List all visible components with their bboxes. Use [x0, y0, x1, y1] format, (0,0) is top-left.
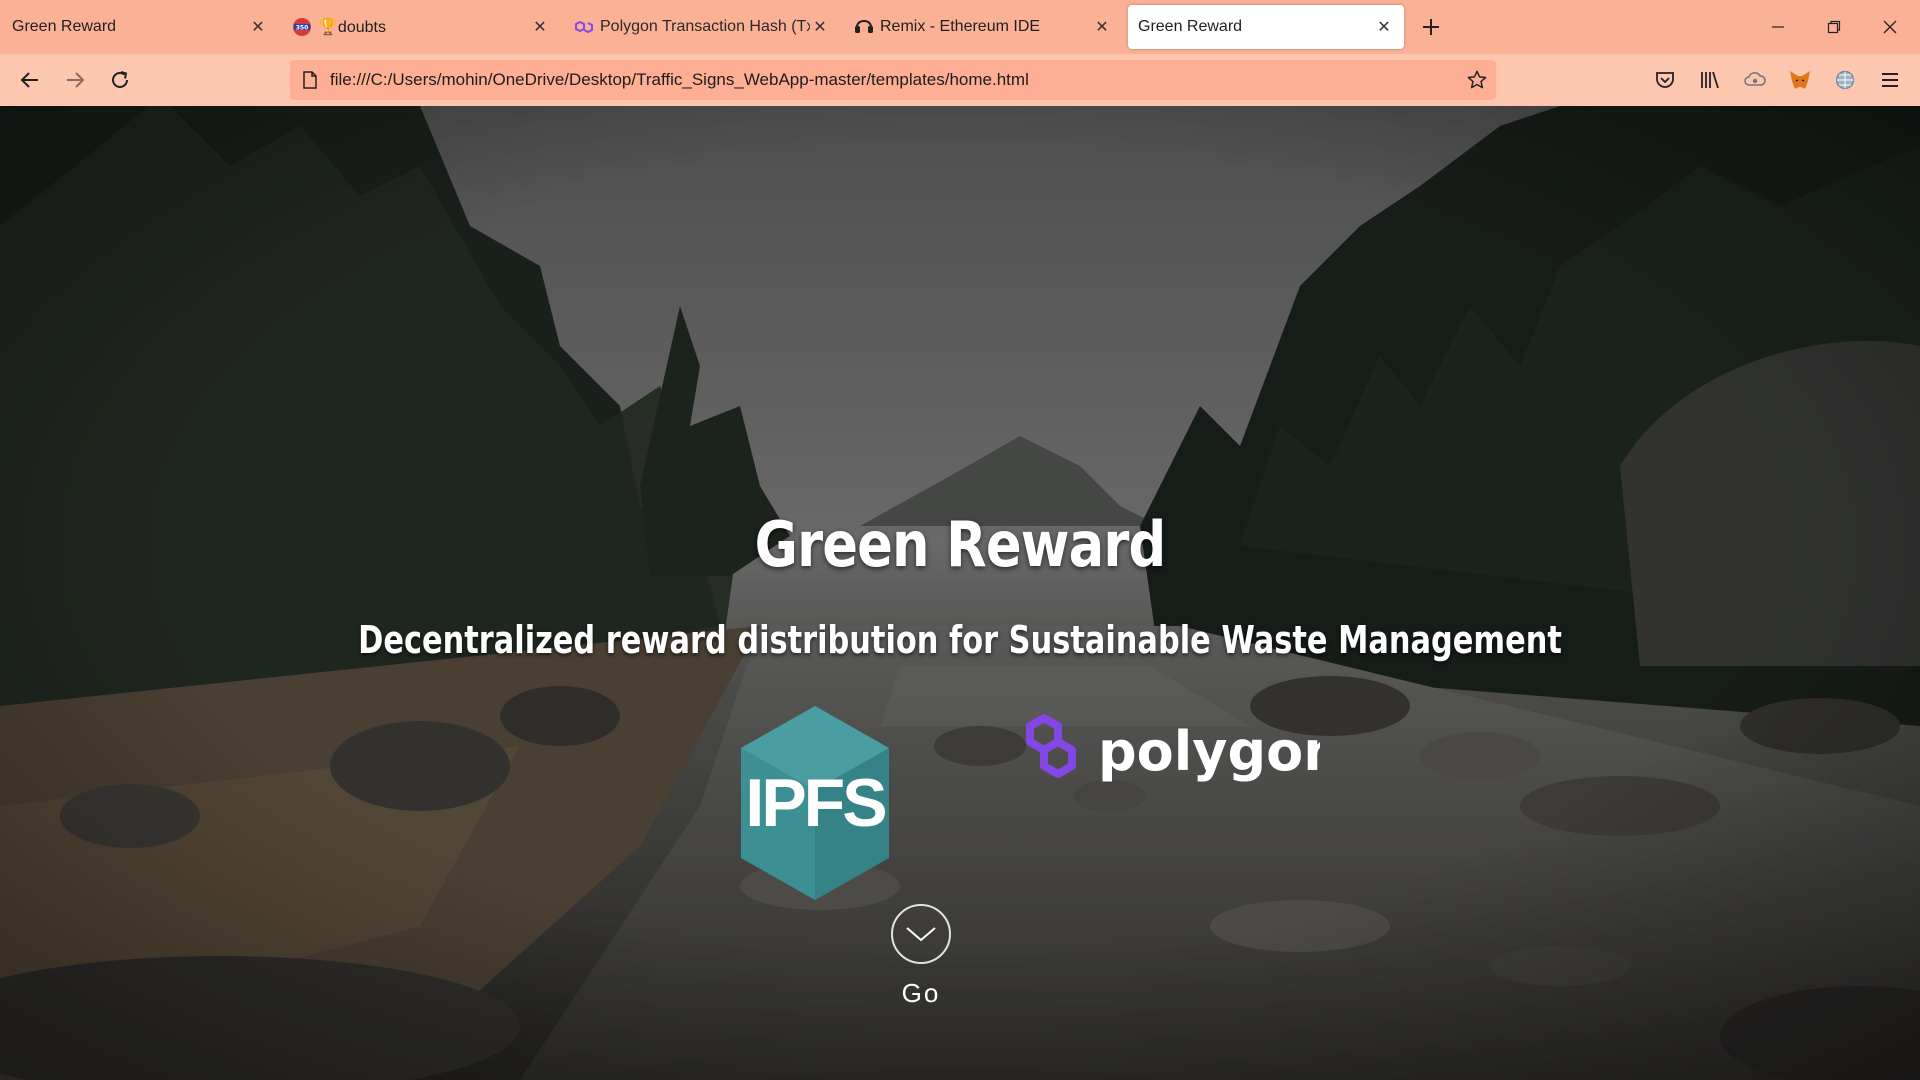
tab-title: Remix - Ethereum IDE	[880, 18, 1041, 35]
metamask-fox-icon	[1790, 71, 1810, 89]
tab-title: Polygon Transaction Hash (Txha	[600, 18, 810, 35]
forward-button[interactable]	[61, 66, 89, 94]
polygon-logo: polygon	[1026, 714, 1320, 783]
close-window-button[interactable]	[1878, 15, 1902, 39]
tab-title: 🏆doubts	[318, 19, 386, 36]
hero-subtitle: Decentralized reward distribution for Su…	[358, 618, 1562, 662]
pocket-icon	[1656, 72, 1674, 88]
tab-strip: Green Reward ✕ 350 🏆doubts ✕ Polygon Tra…	[0, 0, 1920, 54]
new-tab-button[interactable]	[1419, 15, 1443, 39]
page-content: Green Reward Decentralized reward distri…	[0, 106, 1920, 1080]
sync-button[interactable]	[1741, 66, 1769, 94]
reload-icon	[112, 71, 128, 88]
plus-icon	[1423, 19, 1439, 35]
hero-title: Green Reward	[754, 508, 1167, 581]
close-icon[interactable]: ✕	[248, 17, 268, 37]
close-icon[interactable]: ✕	[1374, 17, 1394, 37]
tab-doubts[interactable]: 350 🏆doubts ✕	[292, 0, 562, 54]
page-icon	[303, 71, 317, 89]
hamburger-menu-icon	[1882, 73, 1898, 87]
minimize-button[interactable]	[1766, 15, 1790, 39]
url-text[interactable]: file:///C:/Users/mohin/OneDrive/Desktop/…	[330, 60, 1029, 100]
tab-title: Green Reward	[1138, 18, 1243, 35]
remix-icon	[854, 17, 874, 37]
tab-polygon-tx[interactable]: Polygon Transaction Hash (Txha ✕	[574, 0, 830, 54]
close-window-icon	[1883, 20, 1897, 34]
sync-cloud-icon	[1744, 72, 1766, 86]
tab-green-reward-active[interactable]: Green Reward ✕	[1128, 5, 1404, 49]
close-icon[interactable]: ✕	[810, 17, 830, 37]
ipfs-logo: IPFS	[741, 706, 889, 900]
reload-button[interactable]	[106, 66, 134, 94]
library-icon	[1701, 71, 1719, 89]
library-button[interactable]	[1696, 66, 1724, 94]
globe-icon	[1835, 70, 1855, 90]
metamask-button[interactable]	[1786, 66, 1814, 94]
minimize-icon	[1772, 26, 1784, 28]
svg-text:350: 350	[296, 25, 309, 32]
badge-350-icon: 350	[292, 17, 312, 37]
polygon-mark-icon	[1026, 714, 1076, 778]
back-button[interactable]	[16, 66, 44, 94]
translate-button[interactable]	[1831, 66, 1859, 94]
forest-river-background-image	[0, 106, 1920, 1080]
restore-icon	[1827, 20, 1841, 34]
menu-button[interactable]	[1876, 66, 1904, 94]
pocket-button[interactable]	[1651, 66, 1679, 94]
tab-title: Green Reward	[12, 18, 117, 35]
go-button[interactable]	[891, 904, 951, 964]
go-label[interactable]: Go	[860, 978, 982, 1009]
polygon-icon	[574, 17, 594, 37]
ipfs-logo-text: IPFS	[745, 765, 885, 841]
restore-button[interactable]	[1822, 15, 1846, 39]
navigation-toolbar: file:///C:/Users/mohin/OneDrive/Desktop/…	[0, 54, 1920, 106]
close-icon[interactable]: ✕	[530, 17, 550, 37]
tab-green-reward-1[interactable]: Green Reward ✕	[0, 0, 278, 54]
url-bar[interactable]: file:///C:/Users/mohin/OneDrive/Desktop/…	[290, 60, 1496, 100]
polygon-logo-text: polygon	[1098, 720, 1320, 783]
bookmark-star-icon[interactable]	[1466, 69, 1488, 91]
arrow-left-icon	[20, 72, 38, 88]
arrow-right-icon	[67, 72, 85, 88]
chevron-down-icon	[906, 927, 936, 942]
tab-remix[interactable]: Remix - Ethereum IDE ✕	[854, 0, 1114, 54]
close-icon[interactable]: ✕	[1092, 17, 1112, 37]
